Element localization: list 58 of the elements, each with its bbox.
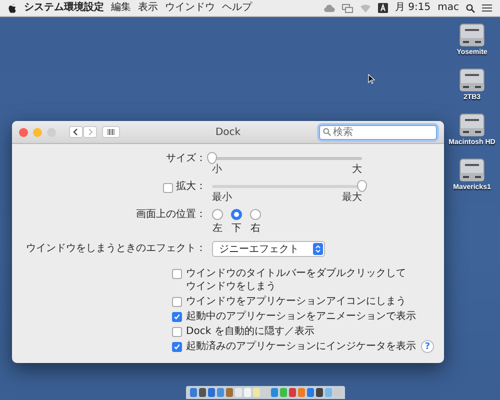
radio-button[interactable] <box>231 209 242 220</box>
radio-label: 下 <box>232 222 242 235</box>
hard-drive-icon[interactable] <box>458 23 485 47</box>
effect-dropdown[interactable]: ジニーエフェクト <box>212 241 325 257</box>
wifi-icon[interactable] <box>360 4 371 12</box>
checkbox[interactable] <box>172 342 182 352</box>
slider-thumb[interactable] <box>207 152 217 164</box>
hard-drive-icon[interactable] <box>458 113 485 137</box>
checkbox-label: Dock を自動的に隠す／表示 <box>186 325 314 338</box>
zoom-button[interactable] <box>47 128 56 136</box>
checkbox[interactable] <box>172 327 182 337</box>
hard-drive-icon[interactable] <box>459 68 485 92</box>
checkbox[interactable] <box>172 297 182 307</box>
checkbox[interactable] <box>172 269 182 279</box>
search-field[interactable]: 検索 <box>319 124 437 140</box>
menu-item[interactable]: ウインドウ <box>165 1 215 15</box>
menu-item[interactable]: ヘルプ <box>222 1 252 15</box>
minimize-button[interactable] <box>33 128 42 136</box>
checkbox-label: ウインドウをアプリケーションアイコンにしまう <box>186 295 406 308</box>
magnification-label: 拡大： <box>176 180 206 194</box>
user-name[interactable]: mac <box>438 1 459 15</box>
hard-drive-icon[interactable] <box>458 158 485 182</box>
stepper-icon <box>313 243 323 255</box>
radio-label: 左 <box>212 222 222 235</box>
screens-icon[interactable] <box>342 4 353 12</box>
show-all-button[interactable] <box>102 126 120 138</box>
max-label: 大 <box>352 164 362 176</box>
cloud-icon[interactable] <box>322 4 335 12</box>
help-button[interactable]: ? <box>421 340 434 353</box>
apple-icon[interactable] <box>8 2 17 14</box>
keyboard-input-icon[interactable] <box>378 3 388 13</box>
checkbox[interactable] <box>172 312 182 322</box>
clock[interactable]: 月 9:15 <box>394 1 431 15</box>
list-icon[interactable] <box>482 4 492 12</box>
max-label: 最大 <box>342 192 362 204</box>
effect-label: ウインドウをしまうときのエフェクト： <box>25 242 207 256</box>
magnification-checkbox[interactable] <box>163 183 173 193</box>
search-icon <box>323 128 331 136</box>
back-button[interactable] <box>69 126 83 138</box>
radio-button[interactable] <box>250 209 261 220</box>
radio-label: 右 <box>250 222 260 235</box>
menu-item[interactable]: 表示 <box>138 1 158 15</box>
app-menu[interactable]: システム環境設定 <box>24 1 104 15</box>
radio-button[interactable] <box>212 209 223 220</box>
slider-thumb[interactable] <box>357 180 367 192</box>
search-icon[interactable] <box>466 4 475 12</box>
menu-item[interactable]: 編集 <box>111 1 131 15</box>
mouse-pointer-icon <box>368 74 375 84</box>
checkbox-label: 起動中のアプリケーションをアニメーションで表示 <box>186 310 416 323</box>
size-label: サイズ： <box>165 152 207 166</box>
window-title: Dock <box>215 126 241 138</box>
min-label: 小 <box>212 164 222 176</box>
min-label: 最小 <box>212 192 232 204</box>
close-button[interactable] <box>19 128 28 136</box>
checkbox-label: 起動済みのアプリケーションにインジケータを表示 <box>186 340 416 353</box>
checkbox-label: ウインドウのタイトルバーをダブルクリックして <box>186 267 406 280</box>
position-label: 画面上の位置： <box>135 208 207 222</box>
checkbox-label: ウインドウをしまう <box>186 280 277 293</box>
